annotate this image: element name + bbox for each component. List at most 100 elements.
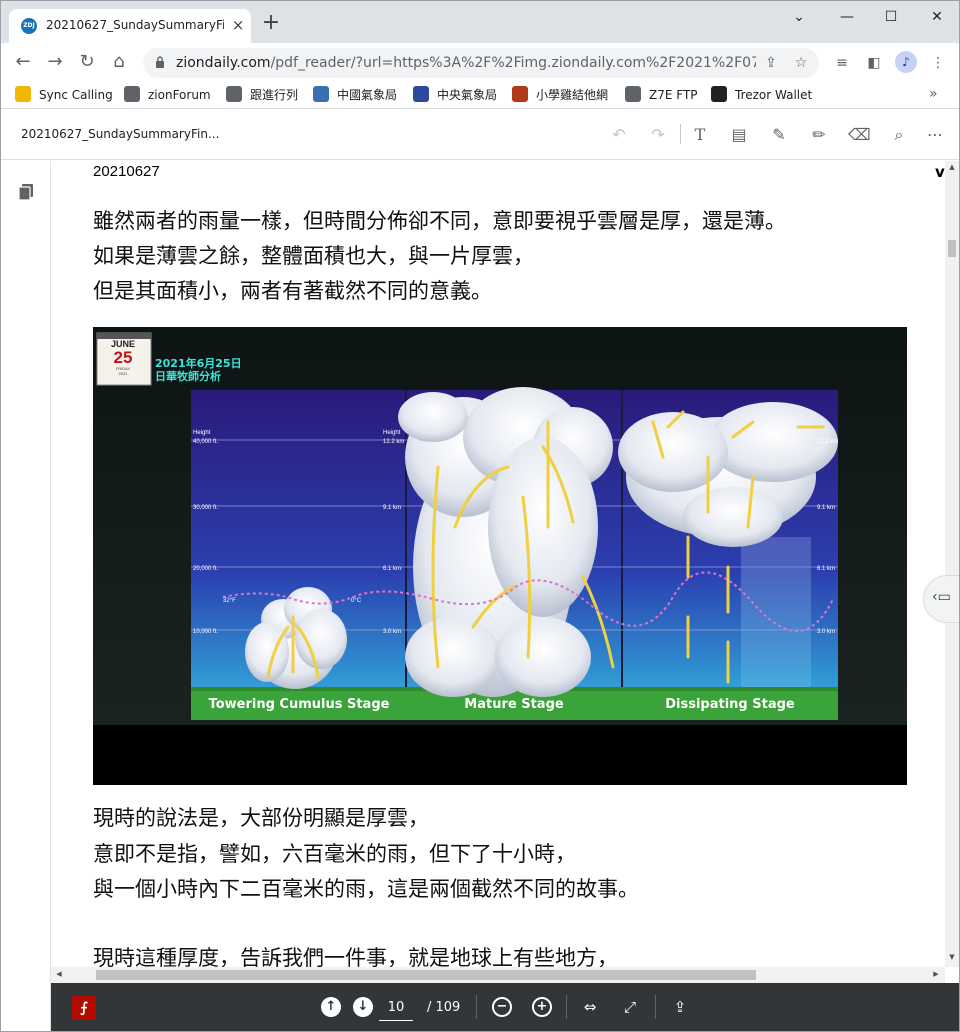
page-thumbnails-icon[interactable] xyxy=(18,183,34,201)
bookmark-star-icon[interactable]: ☆ xyxy=(791,53,811,73)
share-icon[interactable]: ⇪ xyxy=(761,53,781,73)
bookmark-item[interactable]: Sync Calling xyxy=(15,86,113,104)
height-header-right: Height xyxy=(383,430,401,436)
bookmark-label: 小學雞結他網 xyxy=(536,88,609,102)
scroll-up-arrow-icon[interactable]: ▲ xyxy=(947,163,957,173)
tab-title: 20210627_SundaySummaryFin xyxy=(46,18,224,32)
height-12-2km-right: 12.2 km xyxy=(817,439,838,445)
fit-width-icon[interactable]: ⇔ xyxy=(579,996,601,1018)
undo-icon[interactable]: ↶ xyxy=(608,124,630,146)
caption-date: 2021年6月25日 xyxy=(155,357,242,370)
sync-calling-icon xyxy=(15,86,31,102)
browser-toolbar: ← → ↻ ⌂ ziondaily.com/pdf_reader/?url=ht… xyxy=(1,43,959,81)
adobe-acrobat-icon[interactable]: ⨍ xyxy=(72,996,96,1020)
bookmarks-overflow-icon[interactable]: » xyxy=(929,86,938,102)
vertical-scrollbar[interactable]: ▲ ▼ xyxy=(945,161,959,967)
back-icon[interactable]: ← xyxy=(11,50,35,74)
bookmarks-bar: Sync Calling zionForum 跟進行列 中國氣象局 中央氣象局 小學雞結他… xyxy=(1,81,959,109)
eraser-icon[interactable]: ⌫ xyxy=(848,124,871,146)
minimize-icon[interactable]: — xyxy=(835,7,859,27)
forward-icon[interactable]: → xyxy=(43,50,67,74)
address-bar[interactable]: ziondaily.com/pdf_reader/?url=https%3A%2… xyxy=(143,48,819,78)
previous-page-icon[interactable]: ↑ xyxy=(321,997,341,1017)
bottom-divider xyxy=(476,995,477,1019)
url-path: /pdf_reader/?url=https%3A%2F%2Fimg.ziond… xyxy=(270,55,756,71)
tab-close-icon[interactable]: × xyxy=(230,17,246,33)
globe-icon xyxy=(124,86,140,102)
zoom-in-icon[interactable]: + xyxy=(532,997,552,1017)
calendar-day: 25 xyxy=(113,348,133,367)
weather-bureau-icon xyxy=(313,86,329,102)
pdf-viewer-header: 20210627_SundaySummaryFin... ↶ ↷ T ▤ ✎ ✏… xyxy=(1,110,959,160)
browser-window: ZDJ 20210627_SundaySummaryFin × + ⌄ — ☐ … xyxy=(0,0,960,1032)
paragraph-3-line-1: 現時這種厚度，告訴我們一件事，就是地球上有些地方， xyxy=(93,946,618,967)
bookmark-label: Sync Calling xyxy=(39,88,113,102)
bookmark-item[interactable]: zionForum xyxy=(124,86,211,104)
home-icon[interactable]: ⌂ xyxy=(107,50,131,74)
browser-tab[interactable]: ZDJ 20210627_SundaySummaryFin × xyxy=(9,9,251,43)
reading-list-icon[interactable]: ≡ xyxy=(831,52,853,74)
tab-search-icon[interactable]: ⌄ xyxy=(787,7,811,27)
more-options-icon[interactable]: ⋯ xyxy=(924,124,946,146)
page-date-label: 20210627 xyxy=(93,163,160,180)
bookmark-item[interactable]: 中央氣象局 xyxy=(413,86,497,104)
bookmark-label: zionForum xyxy=(148,88,211,102)
bookmark-item[interactable]: Z7E FTP xyxy=(625,86,698,104)
caption-author: 日華牧師分析 xyxy=(155,370,221,383)
draw-icon[interactable]: ✏ xyxy=(808,124,830,146)
height-30000ft: 30,000 ft. xyxy=(193,505,218,511)
scroll-down-arrow-icon[interactable]: ▼ xyxy=(947,953,957,963)
bottom-divider xyxy=(655,995,656,1019)
bookmark-label: Trezor Wallet xyxy=(735,88,813,102)
zoom-out-icon[interactable]: − xyxy=(492,997,512,1017)
height-6-1km-right: 6.1 km xyxy=(817,566,835,572)
paragraph-1-line-1: 雖然兩者的雨量一樣，但時間分佈卻不同，意即要視乎雲層是厚，還是薄。 xyxy=(93,209,786,233)
text-tool-icon[interactable]: T xyxy=(689,124,711,146)
bookmark-item[interactable]: 小學雞結他網 xyxy=(512,86,608,104)
lock-icon xyxy=(156,56,164,68)
redo-icon[interactable]: ↷ xyxy=(647,124,669,146)
comment-panel-icon: ‹▭ xyxy=(932,589,951,605)
paragraph-2-line-3: 與一個小時內下二百毫米的雨，這是兩個截然不同的故事。 xyxy=(93,877,639,901)
horizontal-scroll-thumb[interactable] xyxy=(96,970,756,980)
height-3-0km: 3.0 km xyxy=(383,629,401,635)
height-10000ft: 10,000 ft. xyxy=(193,629,218,635)
highlight-icon[interactable]: ✎ xyxy=(768,124,790,146)
close-icon[interactable]: ✕ xyxy=(925,7,949,27)
fit-page-icon[interactable]: ⤢ xyxy=(619,996,641,1018)
pdf-page: 20210627 v 雖然兩者的雨量一樣，但時間分佈卻不同，意即要視乎雲層是厚，… xyxy=(51,161,945,967)
new-tab-button[interactable]: + xyxy=(261,12,281,34)
calendar-icon: JUNE 25 FRIDAY 2021 xyxy=(103,339,143,376)
bookmark-label: Z7E FTP xyxy=(649,88,698,102)
scroll-right-arrow-icon[interactable]: ▶ xyxy=(931,970,941,980)
scroll-left-arrow-icon[interactable]: ◀ xyxy=(54,970,64,980)
bookmark-item[interactable]: 跟進行列 xyxy=(226,86,298,104)
height-9-1km: 9.1 km xyxy=(383,505,401,511)
tab-strip: ZDJ 20210627_SundaySummaryFin × + ⌄ — ☐ … xyxy=(1,1,959,43)
maximize-icon[interactable]: ☐ xyxy=(879,7,903,27)
side-panel-icon[interactable]: ◧ xyxy=(863,52,885,74)
bookmark-item[interactable]: 中國氣象局 xyxy=(313,86,397,104)
horizontal-scrollbar[interactable]: ◀ ▶ xyxy=(51,967,945,983)
menu-kebab-icon[interactable]: ⋮ xyxy=(927,52,949,74)
bookmark-item[interactable]: Trezor Wallet xyxy=(711,86,812,104)
search-icon[interactable]: ⌕ xyxy=(888,124,910,146)
download-share-icon[interactable]: ⇪ xyxy=(669,996,691,1018)
height-3-0km-right: 3.0 km xyxy=(817,629,835,635)
pdf-bottom-toolbar: ⨍ ↑ ↓ 10 / 109 − + ⇔ ⤢ ⇪ xyxy=(51,983,959,1031)
next-page-icon[interactable]: ↓ xyxy=(353,997,373,1017)
paragraph-1-line-3: 但是其面積小，兩者有著截然不同的意義。 xyxy=(93,279,492,303)
panel-label-mature: Mature Stage xyxy=(464,697,564,712)
comment-icon[interactable]: ▤ xyxy=(728,124,750,146)
reload-icon[interactable]: ↻ xyxy=(75,50,99,74)
profile-avatar[interactable]: ♪ xyxy=(895,51,917,73)
page-number-input[interactable]: 10 xyxy=(379,995,413,1021)
height-header-left: Height xyxy=(193,430,211,436)
bookmark-label: 中國氣象局 xyxy=(337,88,398,102)
pdf-sidebar xyxy=(1,161,51,1031)
thunderstorm-diagram: Height 40,000 ft. 30,000 ft. 20,000 ft. … xyxy=(93,327,907,725)
vertical-scroll-thumb[interactable] xyxy=(948,240,956,257)
calendar-year: 2021 xyxy=(118,371,128,376)
bottom-divider xyxy=(566,995,567,1019)
paragraph-1-line-2: 如果是薄雲之餘，整體面積也大，與一片厚雲， xyxy=(93,244,534,268)
